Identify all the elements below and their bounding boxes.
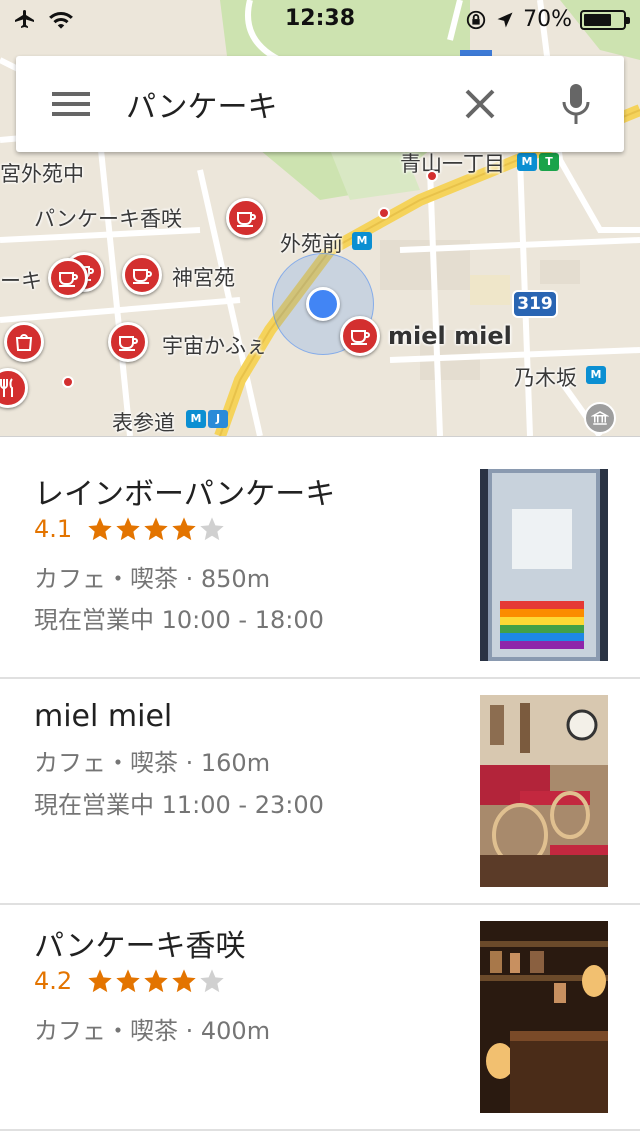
cafe-pin-icon[interactable]	[122, 255, 162, 295]
map-label: 宮外苑中	[0, 162, 84, 186]
interior-photo	[480, 921, 608, 1113]
star-filled-icon	[172, 517, 196, 541]
map-label: 表参道	[112, 411, 175, 435]
my-location-icon	[306, 287, 340, 321]
map-label: 青山一丁目	[400, 152, 505, 176]
metro-icon: M	[352, 232, 372, 250]
train-icon: J	[208, 410, 228, 428]
shopping-pin-icon[interactable]	[4, 322, 44, 362]
mic-icon	[562, 84, 590, 124]
route-badge: 319	[512, 290, 558, 318]
metro-icon: M	[517, 153, 537, 171]
search-bar: パンケーキ	[16, 56, 624, 152]
menu-button[interactable]	[16, 56, 126, 152]
result-category: カフェ・喫茶 · 400m	[34, 1017, 271, 1045]
search-input[interactable]: パンケーキ	[126, 56, 432, 152]
cafe-pin-icon[interactable]	[340, 316, 380, 356]
location-arrow-icon	[497, 12, 513, 27]
star-filled-icon	[88, 517, 112, 541]
rating-value: 4.1	[34, 515, 73, 543]
map-label: 宇宙かふぇ	[162, 334, 267, 358]
close-icon	[465, 89, 495, 119]
result-photo[interactable]	[480, 469, 608, 661]
star-filled-icon	[88, 969, 112, 993]
result-hours: 現在営業中 10:00 - 18:00	[34, 606, 324, 634]
metro-icon: T	[539, 153, 559, 171]
menu-icon	[52, 92, 90, 116]
star-rating	[86, 515, 226, 543]
result-hours: 現在営業中 11:00 - 23:00	[34, 791, 324, 819]
result-category: カフェ・喫茶 · 160m	[34, 749, 271, 777]
results-list: レインボーパンケーキ 4.1 カフェ・喫茶 · 850m 現在営業中 10:00…	[0, 436, 640, 1136]
result-title: miel miel	[34, 699, 173, 734]
clear-search-button[interactable]	[432, 56, 528, 152]
result-title: パンケーキ香咲	[34, 929, 246, 964]
interior-photo	[480, 695, 608, 887]
result-category: カフェ・喫茶 · 850m	[34, 565, 271, 593]
battery-icon	[580, 9, 630, 30]
star-filled-icon	[172, 969, 196, 993]
orientation-lock-icon	[466, 10, 486, 29]
cafe-pin-icon[interactable]	[108, 322, 148, 362]
result-item[interactable]: miel miel カフェ・喫茶 · 160m 現在営業中 11:00 - 23…	[0, 679, 640, 905]
poi-dot[interactable]	[62, 376, 74, 388]
rating-value: 4.2	[34, 967, 73, 995]
star-empty-icon	[200, 517, 224, 541]
result-photo[interactable]	[480, 695, 608, 887]
map-label: 乃木坂	[514, 366, 577, 390]
result-photo[interactable]	[480, 921, 608, 1113]
map-label: 神宮苑	[172, 266, 235, 290]
map-label: miel miel	[388, 322, 512, 350]
result-item[interactable]: パンケーキ香咲 4.2 カフェ・喫茶 · 400m	[0, 905, 640, 1131]
star-filled-icon	[144, 969, 168, 993]
cafe-pin-icon[interactable]	[226, 198, 266, 238]
poi-dot[interactable]	[378, 207, 390, 219]
star-filled-icon	[116, 517, 140, 541]
star-filled-icon	[144, 517, 168, 541]
status-bar: 12:38 70%	[0, 0, 640, 40]
storefront-photo	[480, 469, 608, 661]
map-label: ーキ	[0, 269, 42, 293]
poi-dot[interactable]	[426, 170, 438, 182]
result-item[interactable]: レインボーパンケーキ 4.1 カフェ・喫茶 · 850m 現在営業中 10:00…	[0, 437, 640, 679]
star-rating	[86, 967, 226, 995]
result-title: レインボーパンケーキ	[34, 477, 336, 512]
battery-percent: 70%	[523, 7, 572, 32]
map-label: パンケーキ香咲	[34, 207, 183, 231]
result-rating: 4.2	[34, 967, 226, 995]
star-empty-icon	[200, 969, 224, 993]
metro-icon: M	[186, 410, 206, 428]
star-filled-icon	[116, 969, 140, 993]
result-rating: 4.1	[34, 515, 226, 543]
cafe-pin-icon[interactable]	[48, 258, 88, 298]
metro-icon: M	[586, 366, 606, 384]
museum-icon[interactable]	[584, 402, 616, 434]
battery-level	[584, 13, 611, 26]
voice-search-button[interactable]	[528, 56, 624, 152]
